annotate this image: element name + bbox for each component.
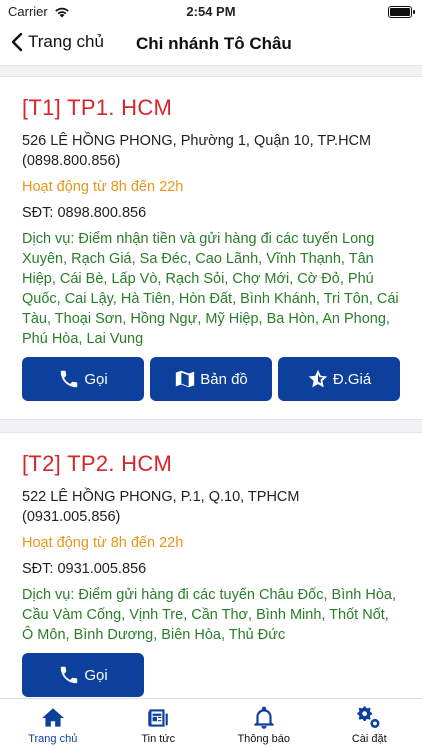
back-label: Trang chủ (28, 32, 104, 51)
tab-home[interactable]: Trang chủ (0, 699, 106, 750)
branch-card: [T2] TP2. HCM 522 LÊ HỒNG PHONG, P.1, Q.… (0, 432, 422, 698)
call-label: Gọi (84, 370, 108, 388)
branch-hours: Hoạt động từ 8h đến 22h (22, 179, 184, 195)
news-icon (148, 708, 168, 727)
status-bar: Carrier 2:54 PM (0, 0, 422, 24)
map-icon (176, 370, 195, 388)
page-title: Chi nhánh Tô Châu (136, 34, 292, 53)
rate-button[interactable]: Đ.Giá (278, 357, 400, 401)
status-time: 2:54 PM (186, 4, 236, 19)
branch-title: [T1] TP1. HCM (22, 95, 173, 120)
call-button[interactable]: Gọi (22, 653, 144, 697)
call-label: Gọi (84, 666, 108, 684)
branch-address: 526 LÊ HỒNG PHONG, Phường 1, Quận 10, TP… (22, 133, 372, 169)
branch-actions: Gọi Bản đồ Đ.Giá (22, 357, 400, 401)
branch-actions: Gọi (22, 653, 400, 697)
branch-service: Dịch vụ: Điểm gửi hàng đi các tuyến Châu… (22, 587, 397, 643)
tab-news[interactable]: Tin tức (106, 699, 212, 750)
home-icon (41, 707, 64, 727)
star-icon (308, 369, 327, 388)
tab-notifications-label: Thông báo (237, 732, 291, 745)
branch-list[interactable]: [T1] TP1. HCM 526 LÊ HỒNG PHONG, Phường … (0, 66, 422, 698)
chevron-left-icon (11, 32, 23, 52)
branch-card: [T1] TP1. HCM 526 LÊ HỒNG PHONG, Phường … (0, 76, 422, 420)
battery-icon (388, 6, 415, 18)
branch-service: Dịch vụ: Điểm nhận tiền và gửi hàng đi c… (22, 231, 399, 347)
back-button[interactable]: Trang chủ (10, 32, 104, 52)
tab-notifications[interactable]: Thông báo (211, 699, 317, 750)
branch-phone: SĐT: 0931.005.856 (22, 561, 147, 577)
tab-home-label: Trang chủ (28, 732, 78, 745)
branch-address: 522 LÊ HỒNG PHONG, P.1, Q.10, TPHCM (093… (22, 489, 300, 525)
map-label: Bản đồ (200, 370, 248, 388)
gears-icon (357, 705, 380, 728)
nav-bar: Trang chủ Chi nhánh Tô Châu (0, 24, 422, 66)
bell-icon (254, 706, 274, 729)
branch-hours: Hoạt động từ 8h đến 22h (22, 535, 184, 551)
tab-settings-label: Cài đặt (351, 732, 387, 745)
phone-icon (61, 666, 78, 684)
call-button[interactable]: Gọi (22, 357, 144, 401)
tab-settings[interactable]: Cài đặt (317, 699, 422, 750)
branch-phone: SĐT: 0898.800.856 (22, 205, 147, 221)
phone-icon (61, 370, 78, 388)
tab-bar: Trang chủ Tin tức Thông báo Cài đặt (0, 698, 422, 750)
branch-title: [T2] TP2. HCM (22, 451, 173, 476)
tab-news-label: Tin tức (141, 732, 176, 745)
map-button[interactable]: Bản đồ (150, 357, 272, 401)
rate-label: Đ.Giá (332, 370, 372, 388)
